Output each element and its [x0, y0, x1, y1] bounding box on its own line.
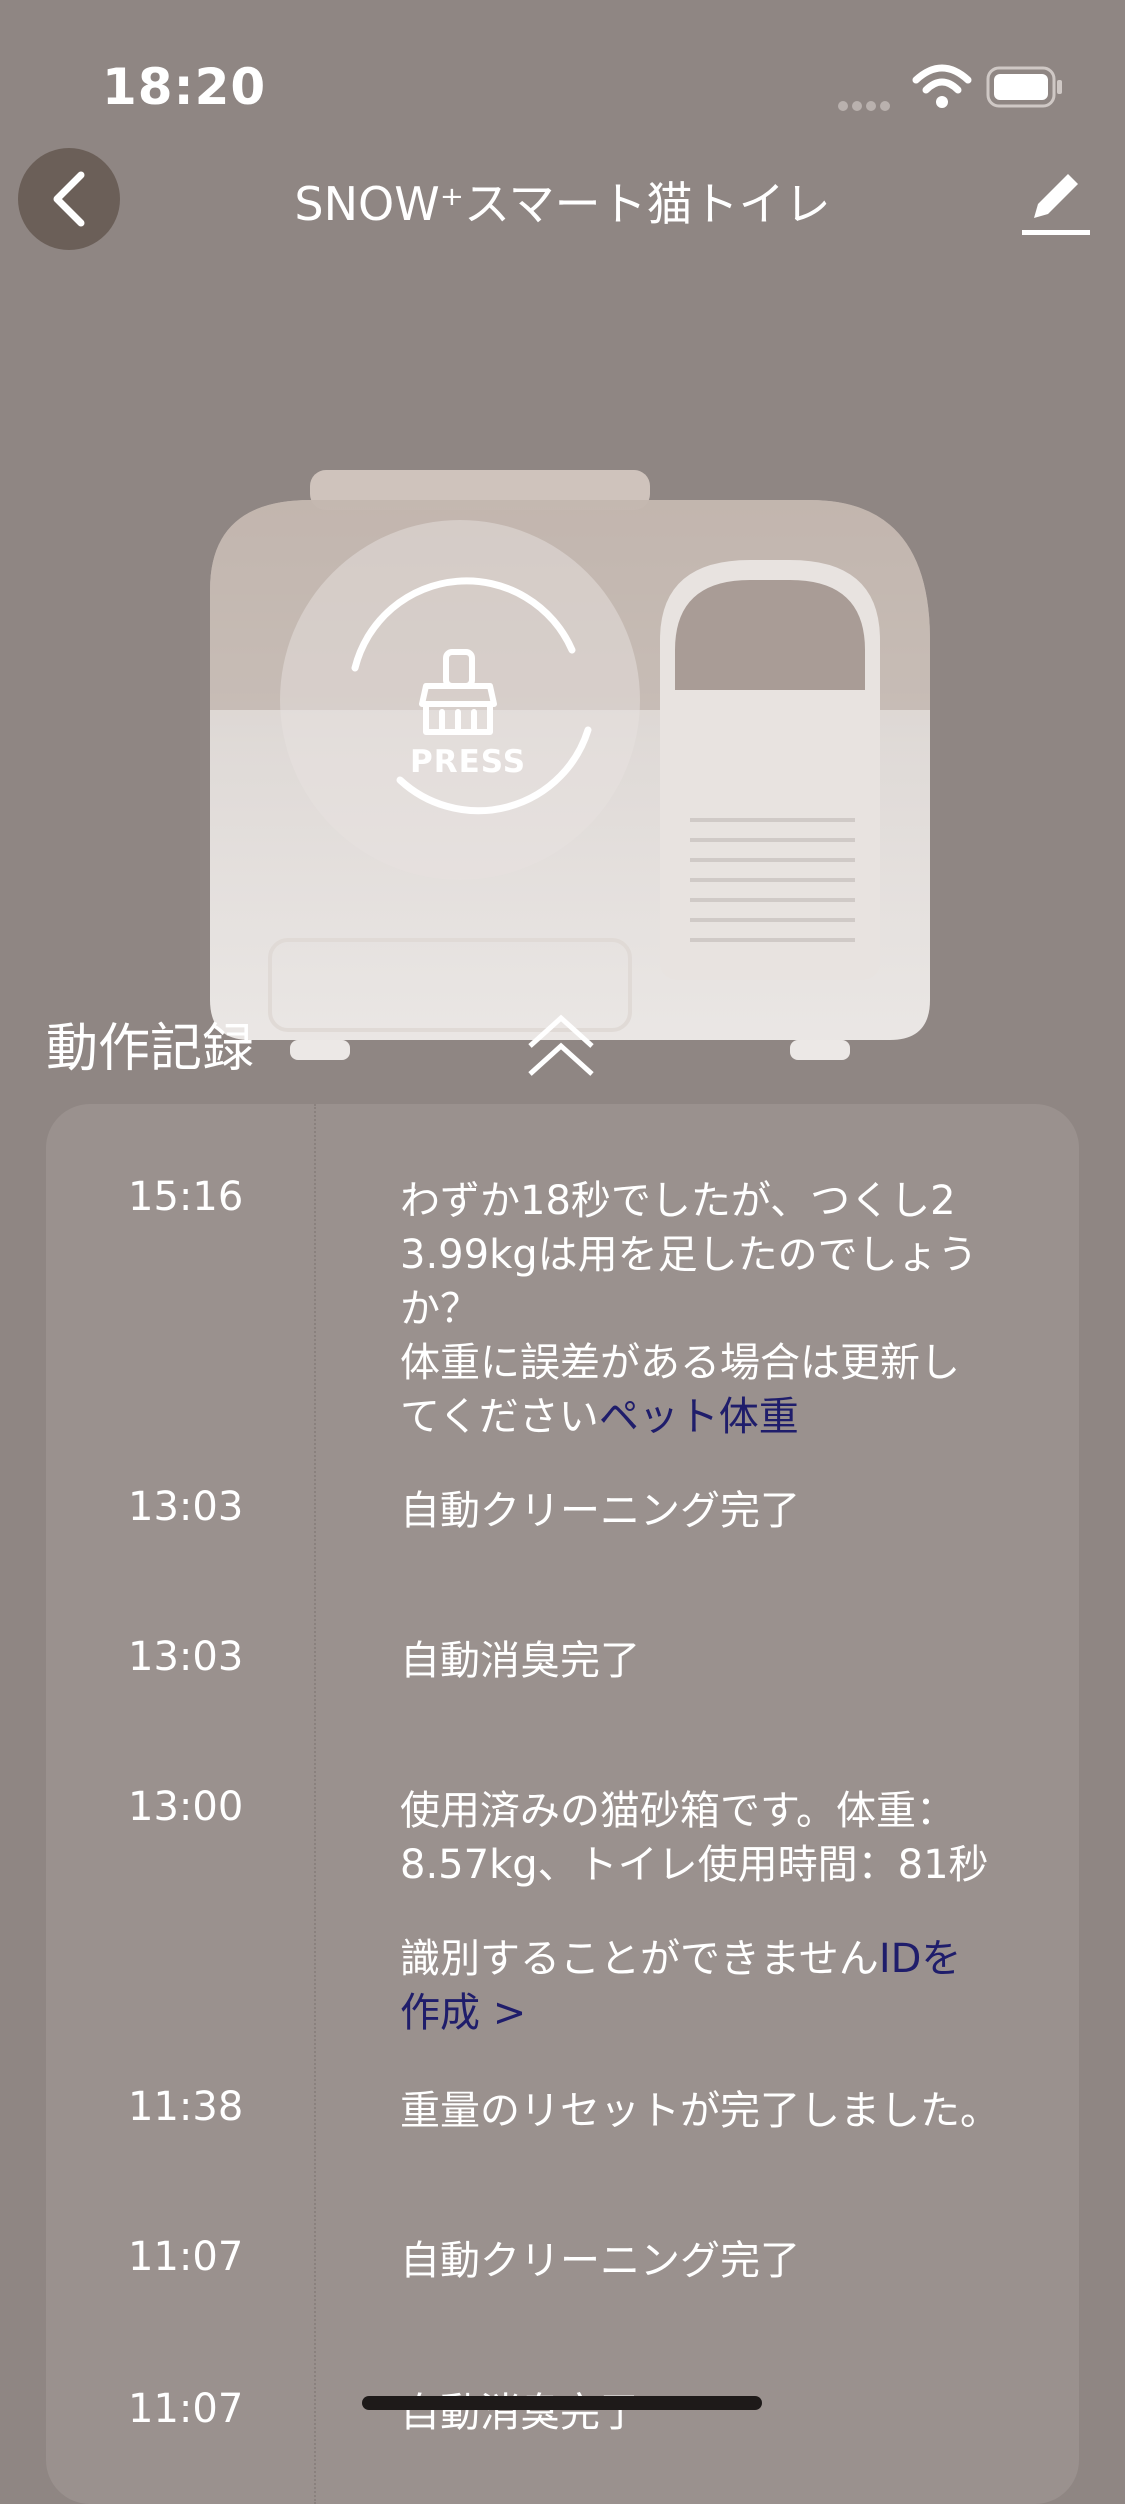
log-time: 13:03 — [128, 1484, 244, 1530]
log-line: 8.57kg、トイレ使用時間：81秒 — [400, 1842, 989, 1888]
log-line: てくださいペット体重 — [400, 1394, 799, 1440]
edit-button[interactable] — [1018, 164, 1094, 240]
create-id-link[interactable]: IDを — [879, 1936, 962, 1982]
log-text: 自動消臭完了 — [400, 1638, 640, 1684]
log-line: 使用済みの猫砂箱です。体重： — [400, 1788, 956, 1834]
status-bar: 18:20 — [0, 0, 1125, 140]
log-line: 識別することができませんIDを — [400, 1936, 962, 1982]
log-time: 11:07 — [128, 2234, 244, 2280]
log-line: 3.99kgは用を足したのでしょう — [400, 1232, 978, 1278]
log-text: わずか18秒でしたが、つくし2 3.99kgは用を足したのでしょう か？ 体重に… — [400, 1174, 1060, 1444]
create-id-link-continued[interactable]: 作成 > — [400, 1986, 1060, 2040]
log-time: 13:03 — [128, 1634, 244, 1680]
chevron-up-icon[interactable] — [526, 1010, 596, 1080]
log-line: わずか18秒でしたが、つくし2 — [400, 1178, 956, 1224]
log-text: 自動消臭完了 — [400, 2390, 640, 2436]
log-line: か？ — [400, 1286, 480, 1332]
log-text: 重量のリセットが完了しました。 — [400, 2088, 1000, 2134]
page-title: SNOW⁺スマート猫トイレ — [294, 177, 831, 231]
press-clean-button[interactable]: PRESS — [410, 744, 526, 780]
log-time: 11:07 — [128, 2386, 244, 2432]
pet-weight-link[interactable]: ペット体重 — [599, 1394, 799, 1440]
home-indicator[interactable] — [362, 2396, 762, 2410]
litter-box-illustration — [210, 470, 930, 1060]
activity-log-title: 動作記録 — [46, 1019, 255, 1079]
log-line: 体重に誤差がある場合は更新し — [400, 1340, 960, 1386]
log-text: 自動クリーニング完了 — [400, 2238, 800, 2284]
log-time: 13:00 — [128, 1784, 244, 1830]
cellular-signal-icon — [838, 96, 910, 111]
status-time: 18:20 — [102, 58, 267, 116]
log-text: 自動クリーニング完了 — [400, 1488, 800, 1534]
wifi-icon — [912, 64, 972, 108]
activity-log-card[interactable]: 15:16 わずか18秒でしたが、つくし2 3.99kgは用を足したのでしょう … — [46, 1104, 1079, 2504]
log-time: 11:38 — [128, 2084, 244, 2130]
log-text: 使用済みの猫砂箱です。体重： 8.57kg、トイレ使用時間：81秒 識別すること… — [400, 1784, 1060, 2040]
log-time: 15:16 — [128, 1174, 244, 1220]
battery-icon — [986, 66, 1062, 108]
